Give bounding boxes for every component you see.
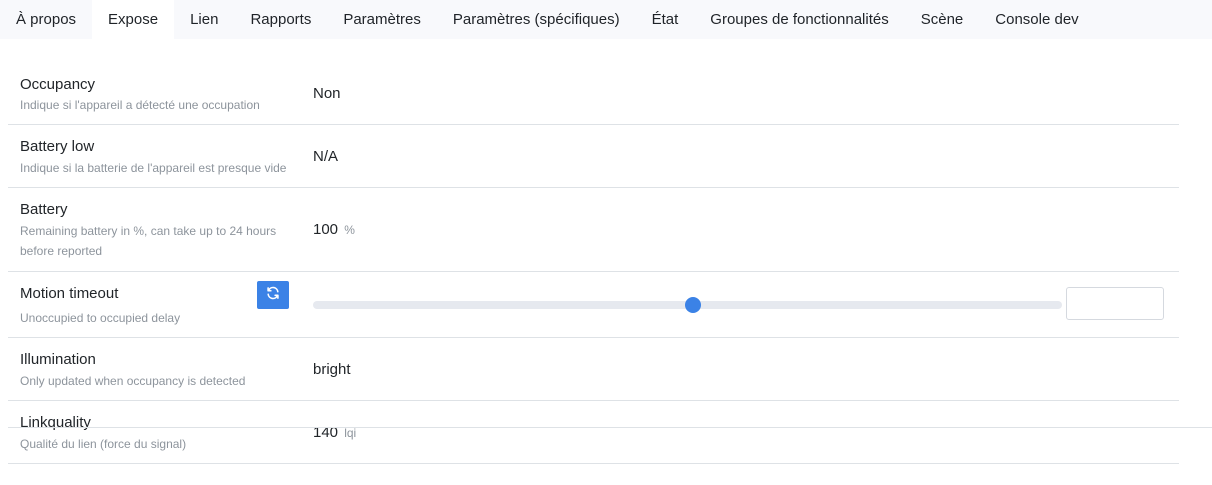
feature-name: Linkquality <box>20 414 91 431</box>
feature-row-battery: Battery Remaining battery in %, can take… <box>8 188 1179 272</box>
expose-panel: Occupancy Indique si l'appareil a détect… <box>0 71 1212 464</box>
refresh-icon <box>266 286 280 305</box>
refresh-button[interactable] <box>257 281 289 309</box>
tab-a-propos[interactable]: À propos <box>0 0 92 39</box>
tab-expose[interactable]: Expose <box>92 0 175 39</box>
divider <box>8 427 1212 428</box>
feature-name: Battery low <box>20 138 95 155</box>
feature-value: N/A <box>313 148 339 165</box>
motion-timeout-input[interactable] <box>1066 287 1164 320</box>
tab-parametres[interactable]: Paramètres <box>327 0 437 39</box>
motion-timeout-slider[interactable] <box>313 297 1062 313</box>
feature-description: Indique si l'appareil a détecté une occu… <box>20 98 260 112</box>
linkquality-unit: lqi <box>344 426 357 440</box>
tab-rapports[interactable]: Rapports <box>234 0 327 39</box>
feature-value: 100 % <box>313 221 355 238</box>
feature-name: Battery <box>20 201 68 218</box>
tab-groupes-fonctionnalites[interactable]: Groupes de fonctionnalités <box>694 0 904 39</box>
feature-row-battery-low: Battery low Indique si la batterie de l'… <box>8 125 1179 188</box>
feature-value: bright <box>313 361 351 378</box>
tab-console-dev[interactable]: Console dev <box>979 0 1094 39</box>
feature-description: Only updated when occupancy is detected <box>20 374 246 388</box>
tab-scene[interactable]: Scène <box>905 0 980 39</box>
feature-row-illumination: Illumination Only updated when occupancy… <box>8 338 1179 401</box>
feature-description: Indique si la batterie de l'appareil est… <box>20 161 287 175</box>
feature-name: Motion timeout <box>20 285 119 302</box>
tab-lien[interactable]: Lien <box>174 0 234 39</box>
feature-name: Illumination <box>20 351 96 368</box>
feature-name: Occupancy <box>20 76 96 93</box>
tab-etat[interactable]: État <box>636 0 695 39</box>
feature-description: Remaining battery in %, can take up to 2… <box>20 224 277 258</box>
feature-row-linkquality: Linkquality Qualité du lien (force du si… <box>8 401 1179 464</box>
feature-description: Unoccupied to occupied delay <box>20 311 181 325</box>
tab-bar: À propos Expose Lien Rapports Paramètres… <box>0 0 1212 39</box>
feature-description: Qualité du lien (force du signal) <box>20 437 187 451</box>
battery-value: 100 <box>313 221 339 238</box>
feature-row-motion-timeout: Motion timeout Unoccupied to occupied de… <box>8 272 1179 338</box>
feature-list: Occupancy Indique si l'appareil a détect… <box>8 71 1179 464</box>
battery-unit: % <box>344 223 355 237</box>
feature-value: Non <box>313 85 341 102</box>
tab-parametres-specifiques[interactable]: Paramètres (spécifiques) <box>437 0 636 39</box>
slider-thumb[interactable] <box>684 297 701 313</box>
feature-row-occupancy: Occupancy Indique si l'appareil a détect… <box>8 71 1179 125</box>
